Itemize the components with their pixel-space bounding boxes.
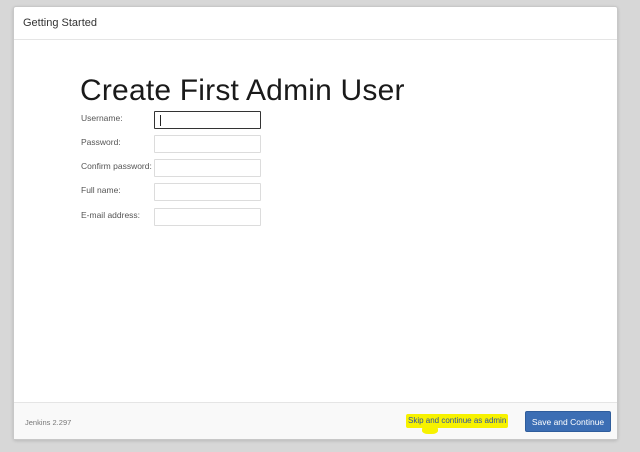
dialog-header-title: Getting Started [23, 17, 97, 29]
email-label: E-mail address: [81, 210, 141, 220]
email-input[interactable] [154, 208, 261, 226]
page-title: Create First Admin User [80, 74, 405, 107]
full-name-label: Full name: [81, 185, 121, 195]
password-label: Password: [81, 137, 121, 147]
confirm-password-input[interactable] [154, 159, 261, 177]
username-label: Username: [81, 113, 123, 123]
username-input[interactable] [154, 111, 261, 129]
dialog-footer: Jenkins 2.297 Skip and continue as admin… [14, 402, 617, 439]
setup-dialog: Getting Started Create First Admin User … [13, 6, 618, 440]
save-continue-button[interactable]: Save and Continue [525, 411, 611, 432]
text-caret [160, 115, 161, 126]
confirm-password-label: Confirm password: [81, 161, 152, 171]
version-label: Jenkins 2.297 [25, 418, 72, 427]
dialog-header: Getting Started [14, 7, 617, 40]
full-name-input[interactable] [154, 183, 261, 201]
skip-continue-link[interactable]: Skip and continue as admin [406, 414, 509, 434]
password-input[interactable] [154, 135, 261, 153]
